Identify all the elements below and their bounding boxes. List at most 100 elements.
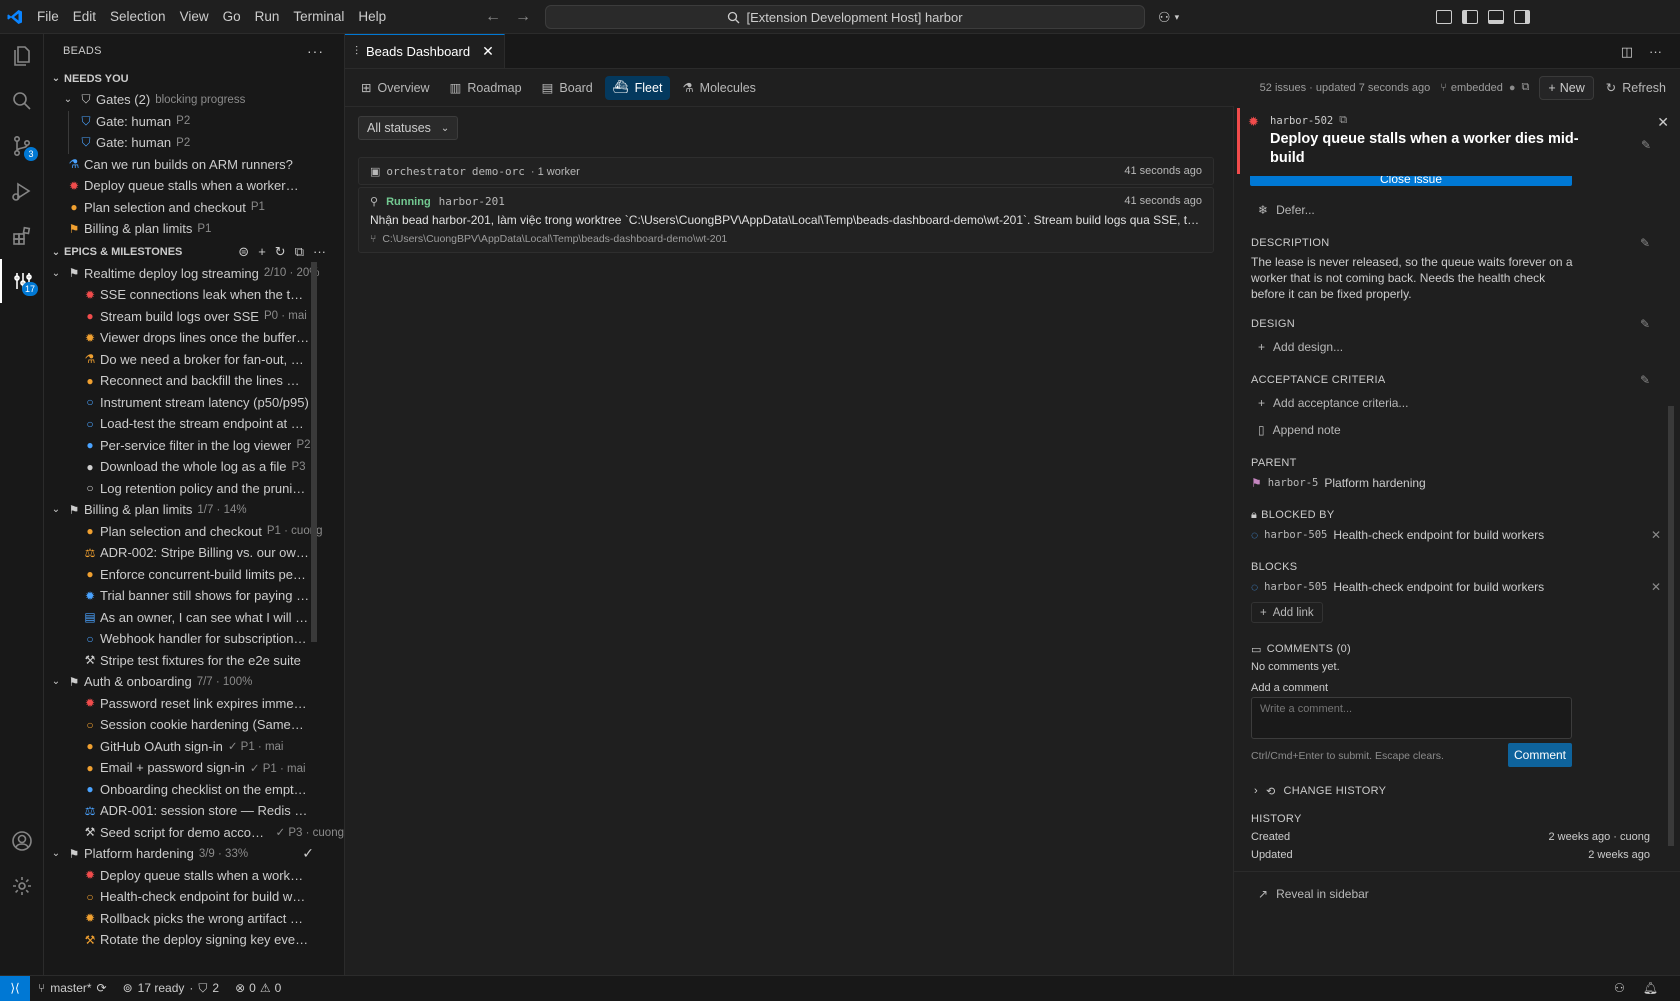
menu-selection[interactable]: Selection (103, 0, 173, 34)
gates-group[interactable]: ⌄ ⛉ Gates (2) blocking progress (44, 89, 344, 111)
status-filter-select[interactable]: All statuses ⌄ (358, 116, 459, 140)
more-actions-icon[interactable]: ··· (307, 43, 324, 59)
edit-design-icon[interactable]: ✎ (1640, 317, 1650, 331)
view-fleet[interactable]: ⛴ Fleet (604, 75, 671, 100)
epic-item[interactable]: ○ Load-test the stream endpoint at 500 cl… (44, 413, 344, 435)
copilot-status-icon[interactable]: ⚇ (1614, 981, 1625, 995)
edit-title-icon[interactable]: ✎ (1641, 138, 1651, 152)
blocked-by-link[interactable]: ◌ harbor-505 Health-check endpoint for b… (1251, 528, 1661, 542)
needs-you-item[interactable]: ● Plan selection and checkout P1 (44, 197, 344, 219)
needs-you-item[interactable]: ⚑ Billing & plan limits P1 (44, 218, 344, 240)
problems-indicator[interactable]: ⊗ 0 ⚠ 0 (235, 981, 281, 995)
toggle-primary-sidebar-icon[interactable] (1462, 10, 1478, 24)
view-board[interactable]: ▤ Board (534, 76, 601, 100)
epic-group[interactable]: ⌄ ⚑ Auth & onboarding 7/7 · 100% (44, 671, 344, 693)
menu-help[interactable]: Help (351, 0, 393, 34)
customize-layout-icon[interactable] (1436, 10, 1452, 24)
epic-item[interactable]: ● Stream build logs over SSE P0 · mai (44, 306, 344, 328)
epic-item[interactable]: ○ Webhook handler for subscription lifecy… (44, 628, 344, 650)
new-button[interactable]: + New (1539, 75, 1594, 100)
epic-item[interactable]: ○ Session cookie hardening (SameSite, Sec… (44, 714, 344, 736)
toggle-panel-icon[interactable] (1488, 10, 1504, 24)
epic-item[interactable]: ✹ SSE connections leak when the tab close… (44, 284, 344, 306)
epic-item[interactable]: ⚒ Seed script for demo accounts ✓ P3 · cuo… (44, 822, 344, 844)
epic-item[interactable]: ○ Instrument stream latency (p50/p95) (44, 392, 344, 414)
epic-item[interactable]: ▤ As an owner, I can see what I will be b… (44, 607, 344, 629)
chevron-down-icon[interactable]: ⌄ (60, 94, 76, 105)
more-actions-icon[interactable]: ··· (1649, 44, 1662, 59)
change-history-toggle[interactable]: › ⟲ CHANGE HISTORY (1254, 785, 1386, 798)
notifications-icon[interactable]: 🔔︎ (1643, 981, 1658, 995)
search-icon[interactable] (0, 79, 44, 123)
gear-icon[interactable] (0, 864, 44, 908)
epic-item[interactable]: ● Plan selection and checkout P1 · cuong (44, 521, 344, 543)
view-molecules[interactable]: ⚗ Molecules (674, 76, 764, 100)
epic-item[interactable]: ⚖ ADR-002: Stripe Billing vs. our own met… (44, 542, 344, 564)
beads-ready-indicator[interactable]: ⊚ 17 ready · ⛉ 2 (123, 981, 219, 996)
epic-item[interactable]: ✹ Rollback picks the wrong artifact when … (44, 908, 344, 930)
view-overview[interactable]: ⊞ Overview (353, 76, 438, 100)
epic-item[interactable]: ● Email + password sign-in ✓ P1 · mai (44, 757, 344, 779)
menu-file[interactable]: File (30, 0, 66, 34)
epic-item[interactable]: ✹ Trial banner still shows for paying cus… (44, 585, 344, 607)
refresh-icon[interactable]: ↻ (275, 244, 286, 260)
collapse-all-icon[interactable]: ⧉ (295, 244, 304, 260)
append-note-button[interactable]: ▯ Append note (1258, 423, 1341, 437)
chevron-down-icon[interactable]: ⌄ (48, 676, 64, 687)
sidebar-scrollbar[interactable] (311, 262, 317, 642)
command-center[interactable]: [Extension Development Host] harbor (545, 5, 1145, 29)
sync-icon[interactable]: ⊜ (238, 244, 249, 260)
chevron-down-icon[interactable]: ⌄ (48, 504, 64, 515)
chevron-down-icon[interactable]: ⌄ (48, 848, 64, 859)
needs-you-item[interactable]: ⚗ Can we run builds on ARM runners? (44, 154, 344, 176)
remove-link-icon[interactable]: ✕ (1651, 580, 1661, 594)
menu-run[interactable]: Run (248, 0, 287, 34)
menu-terminal[interactable]: Terminal (286, 0, 351, 34)
menu-go[interactable]: Go (216, 0, 248, 34)
epic-item[interactable]: ⚒ Stripe test fixtures for the e2e suite (44, 650, 344, 672)
epic-item[interactable]: ⚒ Rotate the deploy signing key every 90 … (44, 929, 344, 951)
remove-link-icon[interactable]: ✕ (1651, 528, 1661, 542)
section-needs-you[interactable]: ⌄ NEEDS YOU (44, 68, 344, 89)
add-link-button[interactable]: + Add link (1251, 602, 1323, 623)
epic-item[interactable]: ✹ Deploy queue stalls when a worker dies … (44, 865, 344, 887)
epic-item[interactable]: ● Onboarding checklist on the empty dashb… (44, 779, 344, 801)
copy-icon[interactable]: ⧉ (1339, 114, 1347, 127)
needs-you-item[interactable]: ✹ Deploy queue stalls when a worker dies … (44, 175, 344, 197)
close-icon[interactable]: ✕ (482, 43, 494, 60)
edit-acceptance-icon[interactable]: ✎ (1640, 373, 1650, 387)
chevron-down-icon[interactable]: ⌄ (48, 268, 64, 279)
parent-link[interactable]: ⚑ harbor-5 Platform hardening (1251, 476, 1661, 490)
branch-indicator[interactable]: ⑂ master* ⟳ (38, 981, 107, 995)
epic-item[interactable]: ○ Log retention policy and the pruning jo… (44, 478, 344, 500)
epic-item[interactable]: ○ Health-check endpoint for build workers (44, 886, 344, 908)
epic-item[interactable]: ● Per-service filter in the log viewer P2 (44, 435, 344, 457)
detail-scrollbar[interactable] (1668, 406, 1674, 846)
menu-view[interactable]: View (173, 0, 216, 34)
epic-item[interactable]: ✹ Password reset link expires immediately (44, 693, 344, 715)
menu-edit[interactable]: Edit (66, 0, 103, 34)
add-design-button[interactable]: + Add design... (1258, 340, 1343, 354)
copilot-menu[interactable]: ⚇ ▾ (1158, 0, 1179, 34)
copy-icon[interactable]: ⧉ (1522, 81, 1530, 94)
gate-item[interactable]: ⛉ Gate: human P2 (44, 132, 344, 154)
check-icon[interactable]: ✓ (302, 845, 344, 862)
view-roadmap[interactable]: ▥ Roadmap (442, 76, 530, 100)
blocks-link[interactable]: ◌ harbor-505 Health-check endpoint for b… (1251, 580, 1661, 594)
epic-item[interactable]: ⚖ ADR-001: session store — Redis over Pos… (44, 800, 344, 822)
remote-indicator-icon[interactable]: ⟩⟨ (0, 975, 30, 1001)
more-actions-icon[interactable]: ··· (313, 244, 326, 260)
epic-item[interactable]: ● Reconnect and backfill the lines missed… (44, 370, 344, 392)
epic-group[interactable]: ⌄ ⚑ Billing & plan limits 1/7 · 14% (44, 499, 344, 521)
epic-item[interactable]: ● Download the whole log as a file P3 (44, 456, 344, 478)
add-acceptance-button[interactable]: + Add acceptance criteria... (1258, 396, 1408, 410)
gate-item[interactable]: ⛉ Gate: human P2 (44, 110, 344, 132)
comment-button[interactable]: Comment (1508, 743, 1572, 767)
explorer-icon[interactable] (0, 34, 44, 78)
split-editor-icon[interactable]: ◫ (1621, 44, 1633, 60)
epic-item[interactable]: ● GitHub OAuth sign-in ✓ P1 · mai (44, 736, 344, 758)
accounts-icon[interactable] (0, 819, 44, 863)
reveal-in-sidebar-button[interactable]: ↗ Reveal in sidebar (1258, 887, 1369, 901)
back-arrow-icon[interactable]: ← (485, 8, 501, 26)
add-icon[interactable]: + (258, 244, 266, 260)
